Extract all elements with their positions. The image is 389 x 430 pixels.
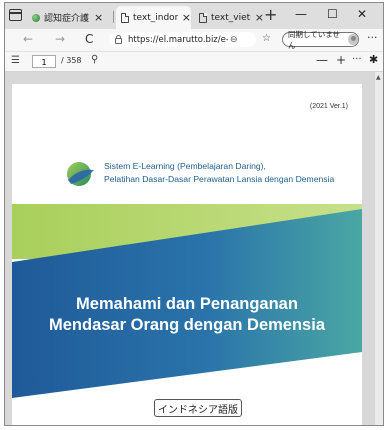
title-line-1: Memahami dan Penanganan bbox=[76, 295, 298, 313]
refresh-button[interactable]: C bbox=[85, 32, 93, 46]
pin-icon[interactable]: ✱ bbox=[369, 53, 378, 66]
subtitle-line-2: Pelatihan Dasar-Dasar Perawatan Lansia d… bbox=[104, 174, 335, 184]
tab-title: 認知症介護 bbox=[44, 14, 90, 24]
tab-strip: 認知症介護 × text_indonesia × text_vietnam × … bbox=[5, 3, 383, 29]
tab-title: text_vietnam bbox=[211, 12, 251, 23]
pdf-viewport[interactable]: (2021 Ver.1) Sistem E-Learning (Pembelaj… bbox=[5, 72, 383, 425]
sync-status-label: 同期していません bbox=[288, 29, 341, 50]
document-title: Memahami dan Penanganan Mendasar Orang d… bbox=[12, 294, 362, 336]
page-count: / 358 bbox=[61, 56, 82, 65]
language-badge: インドネシア語版 bbox=[154, 399, 242, 417]
scroll-up-icon[interactable]: ▲ bbox=[376, 74, 381, 81]
table-of-contents-icon[interactable]: ☰ bbox=[11, 55, 20, 66]
add-favorite-icon[interactable]: ☆ bbox=[262, 33, 271, 44]
address-bar[interactable]: https://el.marutto.biz/e-learning/text_i… bbox=[109, 32, 256, 47]
page-icon bbox=[121, 12, 129, 23]
page-icon bbox=[199, 12, 207, 23]
pdf-page: (2021 Ver.1) Sistem E-Learning (Pembelaj… bbox=[12, 84, 362, 425]
site-favicon-icon bbox=[32, 13, 40, 22]
page-number-input[interactable]: 1 bbox=[32, 55, 56, 68]
pdf-toolbar: ☰ 1 / 358 ⚲ — + ··· ✱ bbox=[5, 51, 383, 72]
scrollbar[interactable]: ▲ bbox=[375, 72, 383, 425]
maximize-button[interactable]: ☐ bbox=[327, 7, 338, 21]
url-text[interactable]: https://el.marutto.biz/e-learning/text_i… bbox=[128, 35, 228, 45]
tab-title: text_indonesia bbox=[133, 12, 178, 23]
version-label: (2021 Ver.1) bbox=[309, 103, 348, 110]
browser-menu-button[interactable]: ··· bbox=[367, 31, 378, 44]
zoom-in-button[interactable]: + bbox=[336, 53, 346, 67]
zoom-icon[interactable]: ⊖ bbox=[230, 35, 238, 45]
forward-button[interactable]: → bbox=[55, 32, 65, 46]
lock-icon bbox=[115, 34, 122, 44]
tab-close-icon[interactable]: × bbox=[255, 11, 264, 24]
search-icon[interactable]: ⚲ bbox=[91, 54, 98, 65]
new-tab-button[interactable]: + bbox=[264, 5, 277, 24]
cover-graphic bbox=[12, 204, 362, 398]
tab-1[interactable]: 認知症介護 × bbox=[27, 6, 107, 29]
tab-divider bbox=[113, 11, 114, 23]
back-button[interactable]: ← bbox=[23, 32, 33, 46]
title-line-2: Mendasar Orang dengan Demensia bbox=[49, 316, 325, 334]
pdf-more-button[interactable]: ··· bbox=[352, 54, 362, 65]
subtitle-line-1: Sistem E-Learning (Pembelajaran Daring), bbox=[104, 161, 266, 171]
profile-sync-button[interactable]: 同期していません bbox=[282, 30, 359, 50]
avatar bbox=[347, 34, 358, 45]
tab-actions-icon[interactable] bbox=[9, 9, 22, 21]
logo-icon bbox=[67, 162, 94, 186]
document-subtitle: Sistem E-Learning (Pembelajaran Daring),… bbox=[104, 160, 334, 186]
zoom-out-button[interactable]: — bbox=[316, 53, 328, 67]
minimize-button[interactable]: — bbox=[295, 7, 307, 21]
tab-close-icon[interactable]: × bbox=[182, 11, 191, 24]
tab-close-icon[interactable]: × bbox=[94, 11, 103, 24]
address-toolbar: ← → C https://el.marutto.biz/e-learning/… bbox=[5, 29, 383, 51]
close-window-button[interactable]: ✕ bbox=[357, 7, 367, 21]
tab-3[interactable]: text_vietnam × bbox=[194, 6, 264, 29]
browser-window: 認知症介護 × text_indonesia × text_vietnam × … bbox=[4, 2, 384, 426]
tab-2[interactable]: text_indonesia × bbox=[116, 6, 191, 29]
